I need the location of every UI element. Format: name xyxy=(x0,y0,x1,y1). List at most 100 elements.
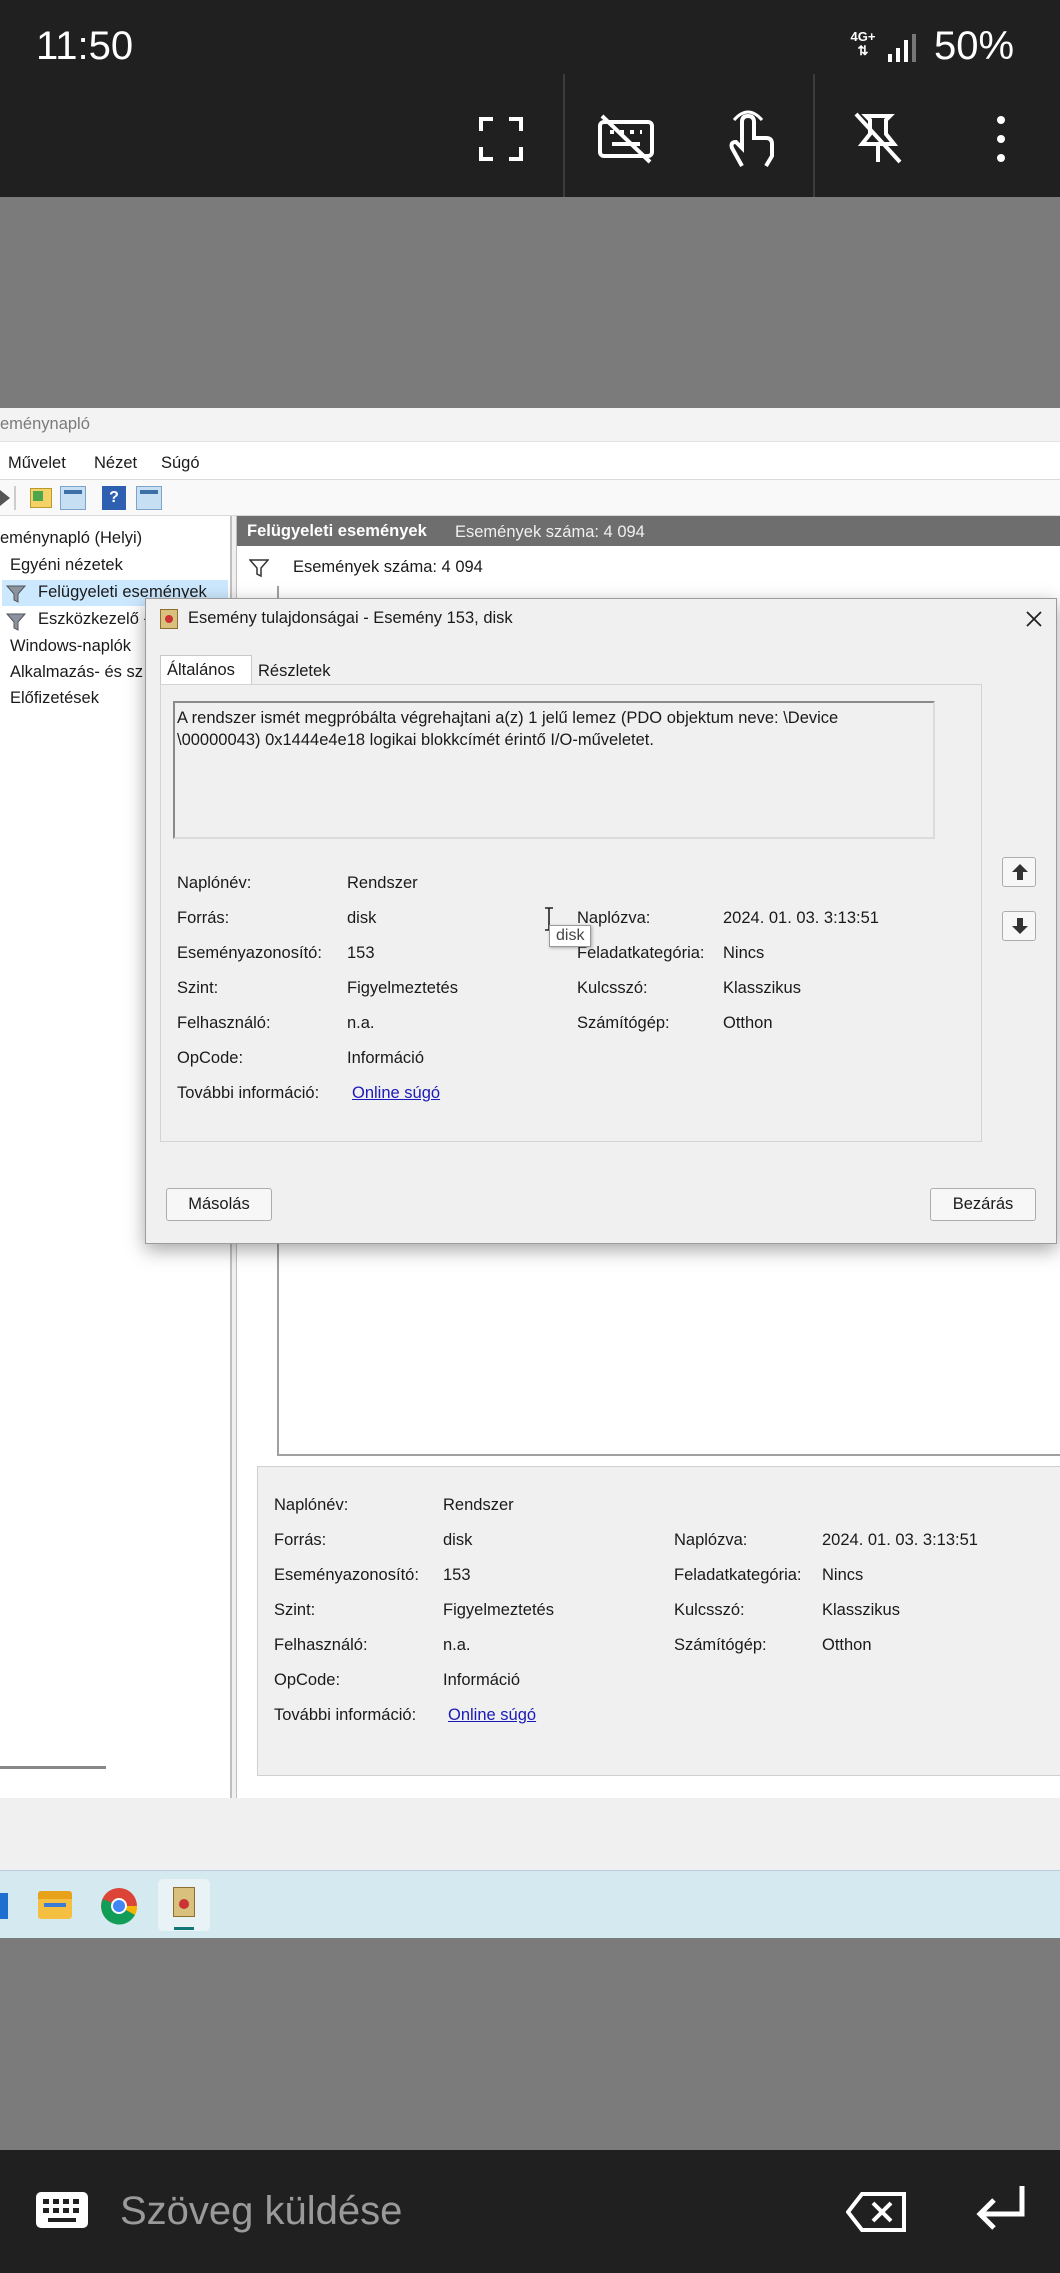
preview-label: Szint: xyxy=(274,1601,316,1619)
arrow-up-icon xyxy=(1012,864,1028,880)
app-toolbar: ? xyxy=(0,480,1060,516)
field-task: Nincs xyxy=(723,944,765,962)
close-icon[interactable] xyxy=(1026,611,1042,627)
preview-label: Felhasználó: xyxy=(274,1636,368,1654)
field-computer: Otthon xyxy=(723,1014,773,1032)
preview-label: Forrás: xyxy=(274,1531,327,1549)
filter-icon xyxy=(6,613,26,631)
menu-action[interactable]: Művelet xyxy=(8,454,66,473)
preview-user: n.a. xyxy=(443,1636,471,1654)
tab-general[interactable]: Általános xyxy=(160,655,252,685)
preview-task: Nincs xyxy=(822,1566,864,1584)
preview-source: disk xyxy=(443,1531,473,1549)
previous-event-button[interactable] xyxy=(1002,857,1036,887)
more-options-icon[interactable] xyxy=(988,112,1014,166)
tree-device-manager[interactable]: Eszközkezelő - xyxy=(38,610,149,629)
preview-label: OpCode: xyxy=(274,1671,341,1689)
copy-button[interactable]: Másolás xyxy=(166,1188,272,1221)
taskbar xyxy=(0,1870,1060,1938)
filter-icon xyxy=(249,559,269,578)
preview-log-name: Rendszer xyxy=(443,1496,514,1514)
preview-computer: Otthon xyxy=(822,1636,872,1654)
keyboard-off-icon[interactable] xyxy=(596,114,656,164)
field-label: OpCode: xyxy=(177,1049,244,1067)
forward-icon[interactable] xyxy=(0,490,10,506)
remote-toolbar xyxy=(0,74,1060,198)
chrome-icon[interactable] xyxy=(100,1887,138,1925)
event-description[interactable]: A rendszer ismét megpróbálta végrehajtan… xyxy=(173,701,935,839)
field-user: n.a. xyxy=(347,1014,375,1032)
tree-custom-views[interactable]: Egyéni nézetek xyxy=(10,556,123,575)
field-label: További információ: xyxy=(177,1084,320,1102)
backspace-icon[interactable] xyxy=(846,2192,908,2232)
window-title: eménynapló xyxy=(0,415,90,433)
close-button[interactable]: Bezárás xyxy=(930,1188,1036,1221)
preview-event-id: 153 xyxy=(443,1566,471,1584)
tab-details[interactable]: Részletek xyxy=(258,662,330,681)
menu-bar: Művelet Nézet Súgó xyxy=(0,442,1060,480)
field-label: Felhasználó: xyxy=(177,1014,271,1032)
text-input[interactable] xyxy=(120,2186,820,2236)
clock: 11:50 xyxy=(36,24,134,68)
arrow-down-icon xyxy=(1012,918,1028,934)
content-header-count: Események száma: 4 094 xyxy=(455,523,645,541)
filter-icon xyxy=(6,585,26,603)
preview-label: Naplónév: xyxy=(274,1496,349,1514)
start-icon[interactable] xyxy=(0,1893,8,1919)
background-area xyxy=(0,197,1060,408)
file-explorer-icon[interactable] xyxy=(38,1891,72,1919)
input-bar xyxy=(0,2150,1060,2273)
preview-level: Figyelmeztetés xyxy=(443,1601,554,1619)
window-titlebar: eménynapló xyxy=(0,408,1060,442)
tree-app-services[interactable]: Alkalmazás- és sz xyxy=(10,663,143,682)
preview-label: Feladatkategória: xyxy=(674,1566,802,1584)
show-pane-icon[interactable] xyxy=(60,486,86,510)
tab-general-label: Általános xyxy=(167,661,235,679)
help-icon[interactable]: ? xyxy=(102,486,126,510)
fullscreen-icon[interactable] xyxy=(478,116,524,162)
field-label: Naplónév: xyxy=(177,874,252,892)
preview-label: További információ: xyxy=(274,1706,417,1724)
event-viewer-icon xyxy=(160,609,178,629)
tab-content: A rendszer ismét megpróbálta végrehajtan… xyxy=(160,684,982,1142)
event-properties-dialog: Esemény tulajdonságai - Esemény 153, dis… xyxy=(145,598,1057,1244)
dialog-title: Esemény tulajdonságai - Esemény 153, dis… xyxy=(188,609,513,627)
field-keyword: Klasszikus xyxy=(723,979,801,997)
keyboard-icon[interactable] xyxy=(36,2192,88,2228)
preview-label: Kulcsszó: xyxy=(674,1601,745,1619)
enter-icon[interactable] xyxy=(972,2182,1028,2238)
tree-subscriptions[interactable]: Előfizetések xyxy=(10,689,99,708)
preview-online-help-link[interactable]: Online súgó xyxy=(448,1706,536,1725)
field-label: Szint: xyxy=(177,979,219,997)
filter-count: Események száma: 4 094 xyxy=(293,558,483,576)
preview-pane: Naplónév: Rendszer Forrás: disk Naplózva… xyxy=(257,1466,1060,1776)
battery-level: 50% xyxy=(934,24,1015,68)
signal-icon xyxy=(888,34,916,62)
preview-opcode: Információ xyxy=(443,1671,521,1689)
action-pane-icon[interactable] xyxy=(136,486,162,510)
event-viewer-taskbar-button[interactable] xyxy=(158,1879,210,1931)
preview-keyword: Klasszikus xyxy=(822,1601,900,1619)
content-header: Felügyeleti események Események száma: 4… xyxy=(237,516,1060,546)
touch-mode-icon[interactable] xyxy=(722,108,778,170)
next-event-button[interactable] xyxy=(1002,911,1036,941)
tree-root[interactable]: eménynapló (Helyi) xyxy=(0,529,142,548)
tooltip: disk xyxy=(549,925,592,947)
preview-label: Eseményazonosító: xyxy=(274,1566,419,1584)
background-area xyxy=(0,1938,1060,2150)
field-label: Kulcsszó: xyxy=(577,979,648,997)
tree-scrollbar[interactable] xyxy=(0,1766,106,1769)
preview-logged: 2024. 01. 03. 3:13:51 xyxy=(822,1531,978,1549)
network-icon: 4G+ ⇅ xyxy=(850,29,876,58)
field-event-id: 153 xyxy=(347,944,375,962)
menu-help[interactable]: Súgó xyxy=(161,454,200,473)
preview-label: Naplózva: xyxy=(674,1531,748,1549)
unpin-icon[interactable] xyxy=(852,110,904,166)
field-level: Figyelmeztetés xyxy=(347,979,458,997)
field-source: disk xyxy=(347,909,377,927)
preview-label: Számítógép: xyxy=(674,1636,767,1654)
online-help-link[interactable]: Online súgó xyxy=(352,1084,440,1103)
tree-windows-logs[interactable]: Windows-naplók xyxy=(10,637,131,656)
menu-view[interactable]: Nézet xyxy=(94,454,137,473)
open-log-icon[interactable] xyxy=(30,488,52,508)
